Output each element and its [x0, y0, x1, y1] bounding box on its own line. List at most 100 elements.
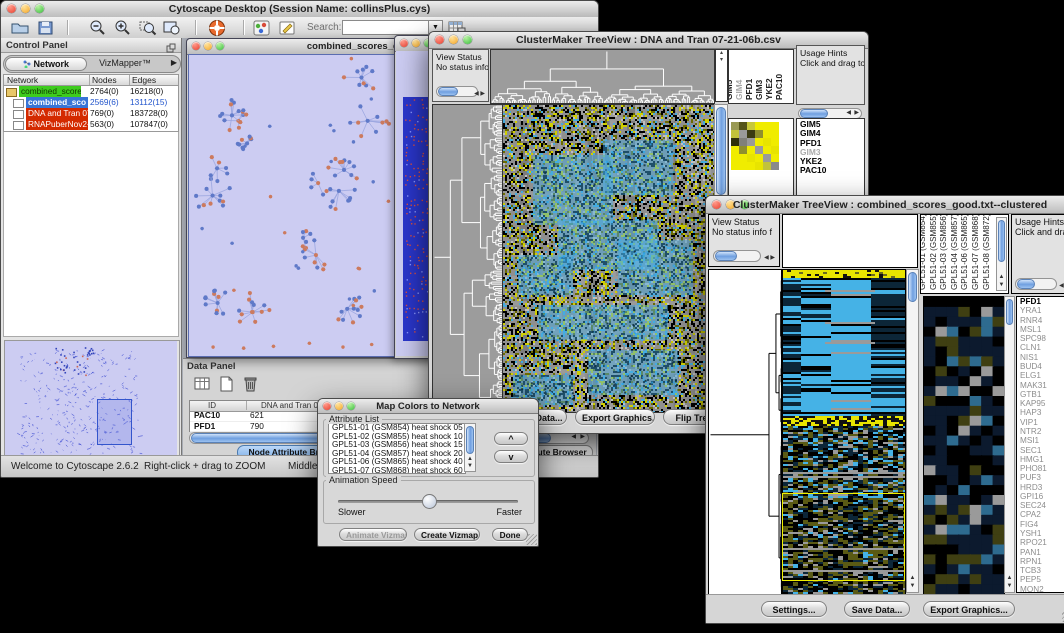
tv1-global-heatmap-cell: [731, 138, 739, 146]
new-attribute-icon[interactable]: [217, 375, 237, 393]
tv2-gene-label: RPO21: [1017, 538, 1064, 547]
help-lifering-icon[interactable]: [208, 19, 228, 37]
tv2-column-dendrogram-area[interactable]: [782, 214, 918, 268]
delete-attribute-icon[interactable]: [241, 375, 261, 393]
search-input[interactable]: [342, 20, 432, 35]
tv1-column-dendrogram[interactable]: [490, 49, 715, 104]
create-vizmap-button[interactable]: Create Vizmap: [414, 528, 480, 541]
edges-count: 16218(0): [130, 86, 163, 97]
tv2-gene-label: HRD3: [1017, 483, 1064, 492]
document-icon: [13, 121, 24, 130]
tv2-settings-button[interactable]: Settings...: [761, 601, 827, 617]
tv2-status-scrollbar[interactable]: [713, 250, 761, 262]
tv2-detail-heatmap[interactable]: [923, 296, 1005, 595]
attribute-list-scrollbar[interactable]: ▲▼: [464, 423, 476, 472]
tv2-heatmap-vscrollbar[interactable]: ▲▼: [906, 269, 919, 593]
animate-vizmap-button[interactable]: Animate Vizmap: [339, 528, 407, 541]
attribute-listbox[interactable]: GPL51-01 (GSM854) heat shock 05 minGPL51…: [328, 423, 466, 474]
annotation-icon[interactable]: [278, 19, 298, 37]
tv1-global-heatmap-cell: [747, 154, 755, 162]
netwin2-close-button[interactable]: [400, 39, 408, 47]
tv1-global-heatmap-cell: [731, 154, 739, 162]
zoom-out-icon[interactable]: [88, 19, 108, 37]
tv2-column-label: GPL51-06 (GSM865): [960, 214, 969, 290]
move-down-button[interactable]: v: [494, 450, 528, 463]
dialog-title: Map Colors to Network: [318, 401, 538, 412]
netwin2-minimize-button[interactable]: [412, 39, 420, 47]
tv1-dendro-scroll-strip[interactable]: ▴▾: [715, 49, 728, 102]
tv2-title: ClusterMaker TreeView : combined_scores_…: [706, 199, 1064, 211]
tv2-column-label: GPL51-08 (GSM872): [982, 214, 991, 290]
network-row[interactable]: DNA and Tran 07769(0)183728(0): [4, 108, 178, 119]
tab-overflow-arrow[interactable]: ▶: [171, 57, 177, 69]
tv2-gene-label: MSL1: [1017, 325, 1064, 334]
zoom-fit-icon[interactable]: [162, 19, 182, 37]
tv1-status-scrollbar[interactable]: [436, 86, 478, 97]
nodes-count: 2569(6): [90, 97, 119, 108]
search-label: Search:: [307, 22, 341, 33]
tv1-global-heatmap-cell: [755, 154, 763, 162]
col-header-id: ID: [208, 401, 216, 410]
network-table-header[interactable]: Network Nodes Edges: [3, 74, 179, 86]
tv2-detail-vscrollbar[interactable]: ▲▼: [1004, 296, 1015, 593]
tv1-row-dendrogram[interactable]: [432, 104, 503, 413]
tv2-heatmap-selection[interactable]: [782, 493, 905, 581]
tv2-column-labels-panel[interactable]: ▲▼ GPL51-01 (GSM854)GPL51-02 (GSM855)GPL…: [920, 214, 1009, 294]
done-button[interactable]: Done: [492, 528, 528, 541]
speed-slider-thumb[interactable]: [422, 494, 437, 509]
network-overview-panel[interactable]: [4, 340, 180, 462]
vizmapper-icon[interactable]: [252, 19, 272, 37]
attribute-list-label: Attribute List: [326, 414, 382, 424]
tv1-heatmap[interactable]: [502, 104, 715, 413]
tv2-row-dendrogram[interactable]: [708, 269, 782, 595]
tv1-column-label: GIM4: [734, 80, 744, 100]
tv1-export-graphics-button[interactable]: Export Graphics...: [575, 409, 655, 425]
tv1-global-heatmap-cell: [739, 154, 747, 162]
network-name: RNAPuberNov2+: [26, 119, 88, 130]
tv1-global-heatmap-cell: [747, 122, 755, 130]
network-row[interactable]: RNAPuberNov2+563(0)107847(0): [4, 119, 178, 130]
save-session-icon[interactable]: [36, 19, 56, 37]
tv1-column-labels-panel[interactable]: GIM5GIM4PFD1GIM3YKE2PAC10: [728, 49, 794, 104]
network-name: DNA and Tran 07: [26, 108, 88, 119]
tv2-usage-scroll-arrows-icon[interactable]: ◀ ▶: [1059, 282, 1064, 289]
network-row[interactable]: combined_sco2569(6) 13112(15): [4, 97, 178, 108]
zoom-in-icon[interactable]: [113, 19, 133, 37]
tv2-gene-label: MAK31: [1017, 381, 1064, 390]
tv2-gene-list[interactable]: PFD1YRA1RNR4MSL1SPC98CLN1NIS1BUD4ELG1MAK…: [1016, 296, 1064, 593]
tv2-gene-label: VIP1: [1017, 418, 1064, 427]
tv2-collabel-scrollbar[interactable]: ▲▼: [996, 217, 1007, 291]
main-titlebar[interactable]: Cytoscape Desktop (Session Name: collins…: [1, 1, 598, 18]
tv2-save-data-button[interactable]: Save Data...: [844, 601, 910, 617]
overview-viewport-rect[interactable]: [97, 399, 132, 445]
animation-speed-label: Animation Speed: [326, 475, 401, 485]
tv1-global-heatmap-cell: [755, 122, 763, 130]
tv1-global-heatmap-cell: [739, 130, 747, 138]
network-row[interactable]: combined_scores2764(0)16218(0): [4, 86, 178, 97]
tv2-gene-label: PHO81: [1017, 464, 1064, 473]
tv1-column-label: GIM3: [754, 80, 764, 100]
tv2-column-label: GPL51-07 (GSM868): [971, 214, 980, 290]
tv2-export-graphics-button[interactable]: Export Graphics...: [923, 601, 1015, 617]
attribute-list-item[interactable]: GPL51-07 (GSM868) heat shock 60 min: [329, 467, 465, 474]
tv2-usage-scrollbar[interactable]: [1015, 278, 1057, 290]
tv2-status-scroll-arrows-icon[interactable]: ◀ ▶: [764, 254, 775, 261]
network-name: combined_sco: [26, 97, 88, 108]
tab-vizmapper[interactable]: VizMapper™: [88, 57, 162, 69]
status-welcome: Welcome to Cytoscape 2.6.2: [11, 461, 139, 472]
network-tree-empty-area: [3, 132, 179, 337]
tab-network[interactable]: Network: [5, 57, 87, 71]
table-mode-icon[interactable]: [193, 375, 213, 393]
move-up-button[interactable]: ^: [494, 432, 528, 445]
tv1-global-heatmap[interactable]: [731, 122, 779, 170]
edges-count: 13112(15): [130, 97, 167, 108]
tv1-gene-label: GIM4: [797, 128, 864, 137]
tv1-global-heatmap-cell: [763, 130, 771, 138]
network-overview-canvas[interactable]: [5, 341, 177, 459]
tv1-global-heatmap-cell: [747, 146, 755, 154]
zoom-selected-icon[interactable]: [138, 19, 158, 37]
tv1-status-scroll-arrows-icon[interactable]: ◀ ▶: [474, 90, 485, 97]
tv1-global-heatmap-cell: [763, 122, 771, 130]
tv2-view-status-panel: View StatusNo status info f ◀ ▶: [708, 214, 780, 267]
open-session-icon[interactable]: [10, 19, 30, 37]
